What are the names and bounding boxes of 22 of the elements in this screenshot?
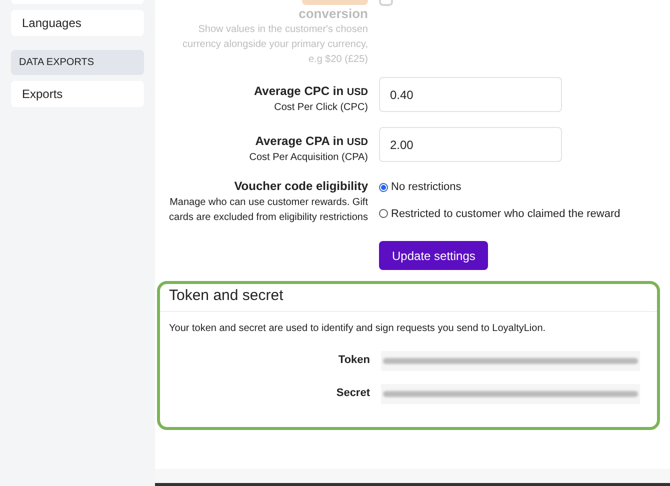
row-label: Secret: [335, 386, 370, 402]
radio-option[interactable]: Restricted to customer who claimed the reward: [379, 206, 620, 222]
row-label: Token: [337, 353, 370, 368]
field-hint: Manage who can use customer rewards. Gift cards are excluded from eligibility restrictions: [168, 196, 368, 225]
radio-button[interactable]: [379, 182, 388, 192]
section-header: DATA EXPORTS: [11, 50, 144, 75]
input-field[interactable]: 0.40: [379, 77, 562, 112]
sidebar-item[interactable]: Languages: [11, 10, 144, 36]
radio-option[interactable]: No restrictions: [379, 179, 620, 196]
field-hint: Cost Per Click (CPC): [274, 101, 368, 115]
radio-button[interactable]: [379, 209, 388, 218]
field-label: Voucher code eligibility: [234, 178, 368, 195]
field-hint: Cost Per Acquisition (CPA): [249, 151, 368, 165]
setting-description: Show values in the customer's chosen currency alongside your primary currency, e.g $20 (£25): [182, 23, 368, 67]
field-label: Average CPC in USD: [254, 83, 368, 100]
panel-title: Token and secret: [160, 284, 657, 312]
setting-title: conversion: [298, 6, 368, 22]
sidebar-item[interactable]: Exports: [11, 81, 144, 107]
panel-description: Your token and secret are used to identify and sign requests you send to LoyaltyLion.: [168, 322, 547, 336]
update-settings-button[interactable]: Update settings: [379, 241, 488, 270]
field-label: Average CPA in USD: [255, 133, 368, 150]
input-field[interactable]: 2.00: [379, 127, 562, 162]
